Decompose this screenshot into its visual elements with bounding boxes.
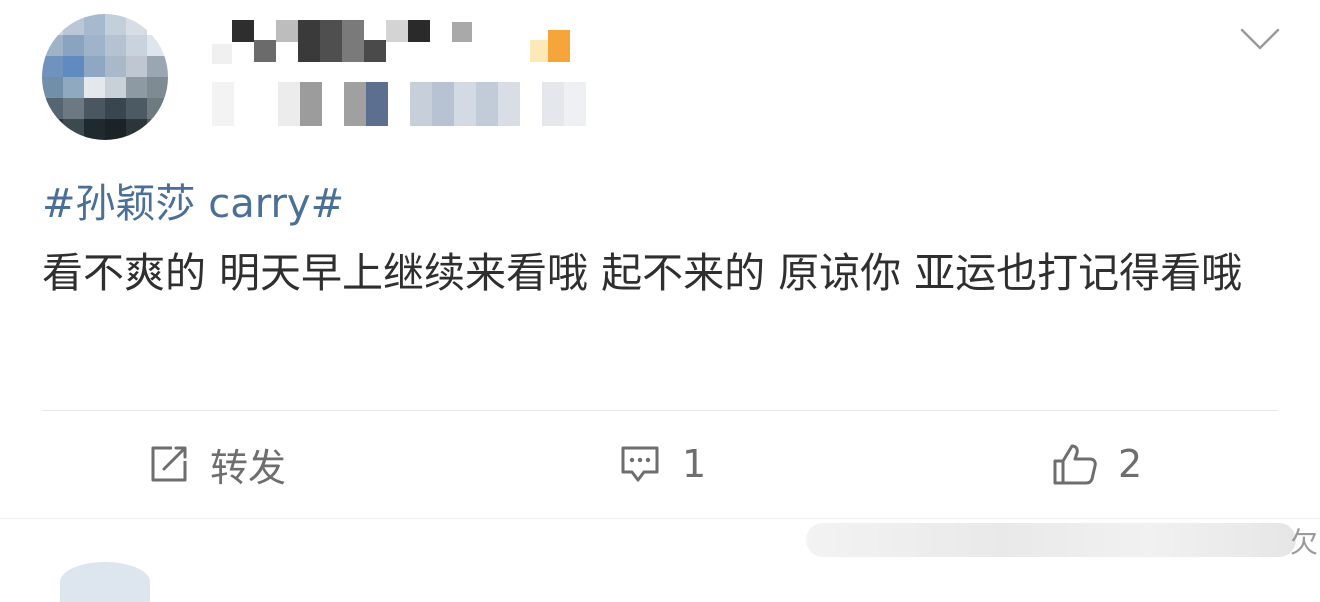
weibo-post-card: #孙颖莎 carry# 看不爽的 明天早上继续来看哦 起不来的 原谅你 亚运也打… [0,0,1320,518]
like-count: 2 [1118,442,1143,486]
repost-label: 转发 [210,445,287,490]
like-button[interactable]: 2 [1052,437,1142,491]
comment-button[interactable]: 1 [618,437,706,491]
comment-count: 1 [682,442,707,486]
topic-hashtag-link[interactable]: #孙颖莎 carry# [42,178,344,230]
user-avatar[interactable] [42,14,168,140]
post-content: 看不爽的 明天早上继续来看哦 起不来的 原谅你 亚运也打记得看哦 [42,249,1243,297]
divider [42,410,1278,411]
vip-badge-blurred [530,30,570,62]
repost-icon [151,446,187,482]
comment-icon [621,446,659,482]
like-icon [1053,444,1097,485]
repost-button[interactable]: 转发 [148,437,286,491]
next-post-avatar [60,562,150,602]
username-blurred[interactable] [212,20,472,64]
chevron-down-icon[interactable] [1240,26,1280,52]
watermark-tail-char: 欠 [1290,526,1319,559]
post-meta-blurred [212,82,586,126]
watermark-blurred [806,523,1296,557]
